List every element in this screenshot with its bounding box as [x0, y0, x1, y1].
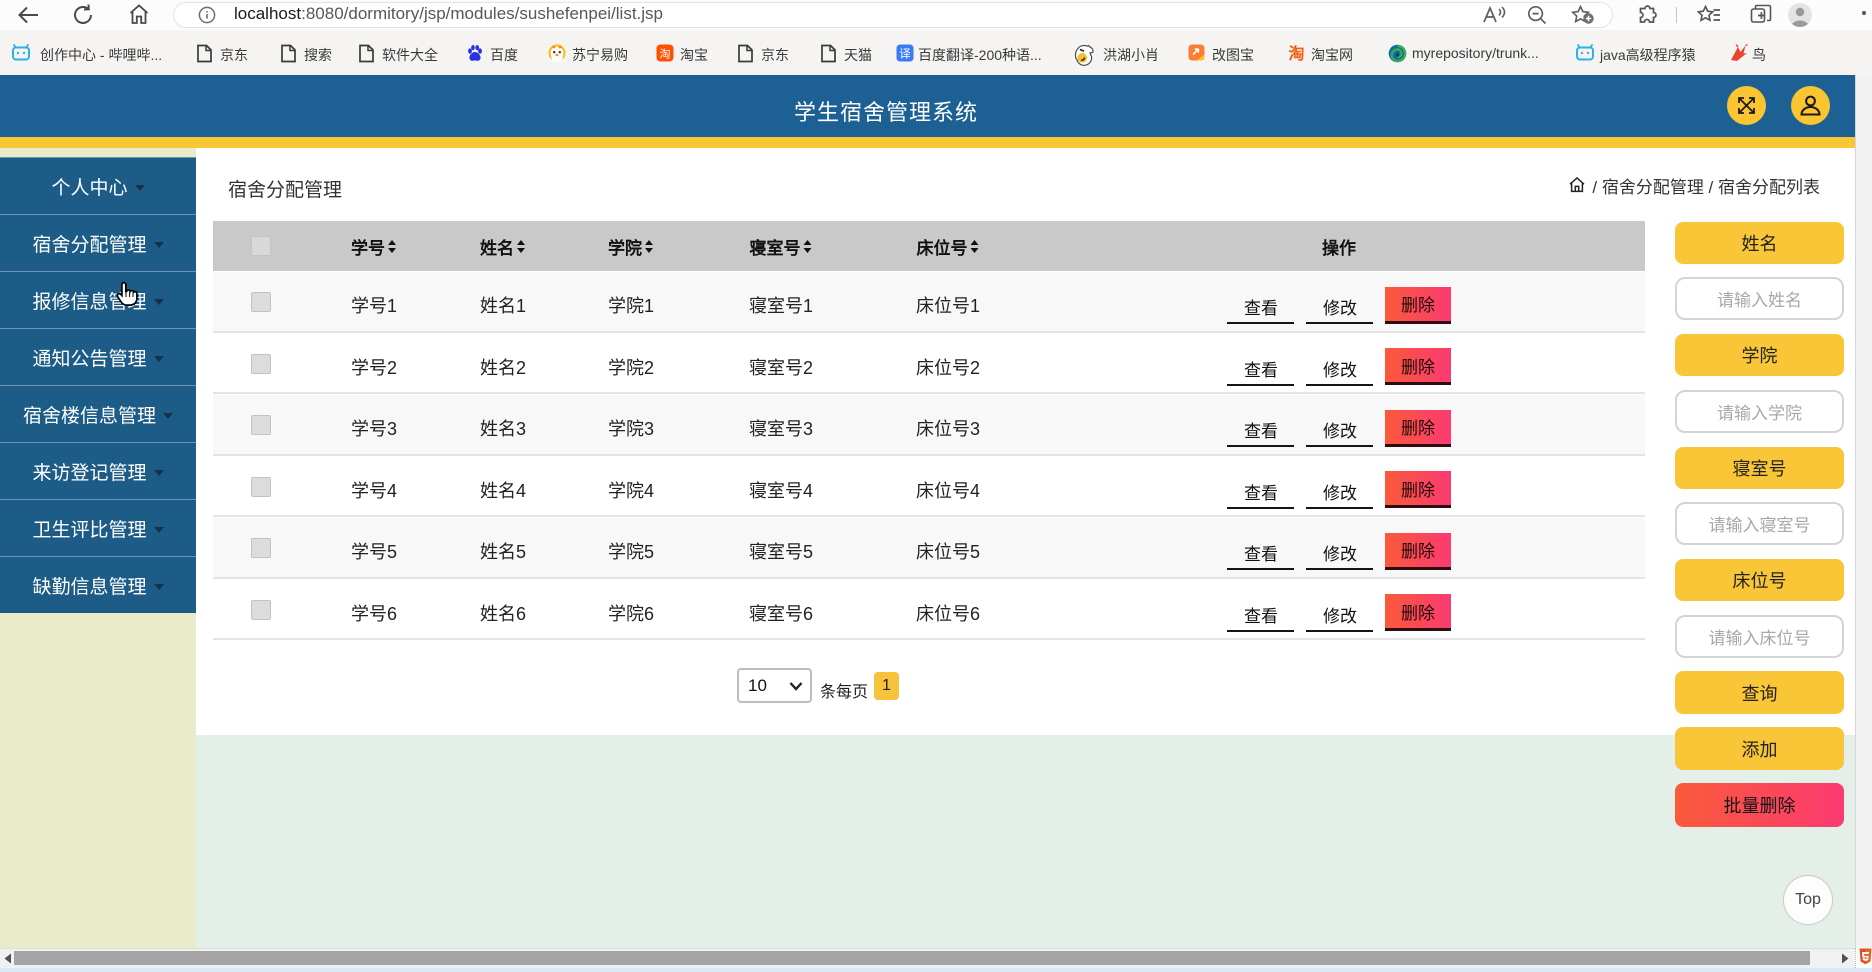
svg-text:淘: 淘	[1288, 44, 1304, 63]
svg-text:译: 译	[899, 48, 911, 61]
svg-text:淘: 淘	[660, 47, 671, 60]
